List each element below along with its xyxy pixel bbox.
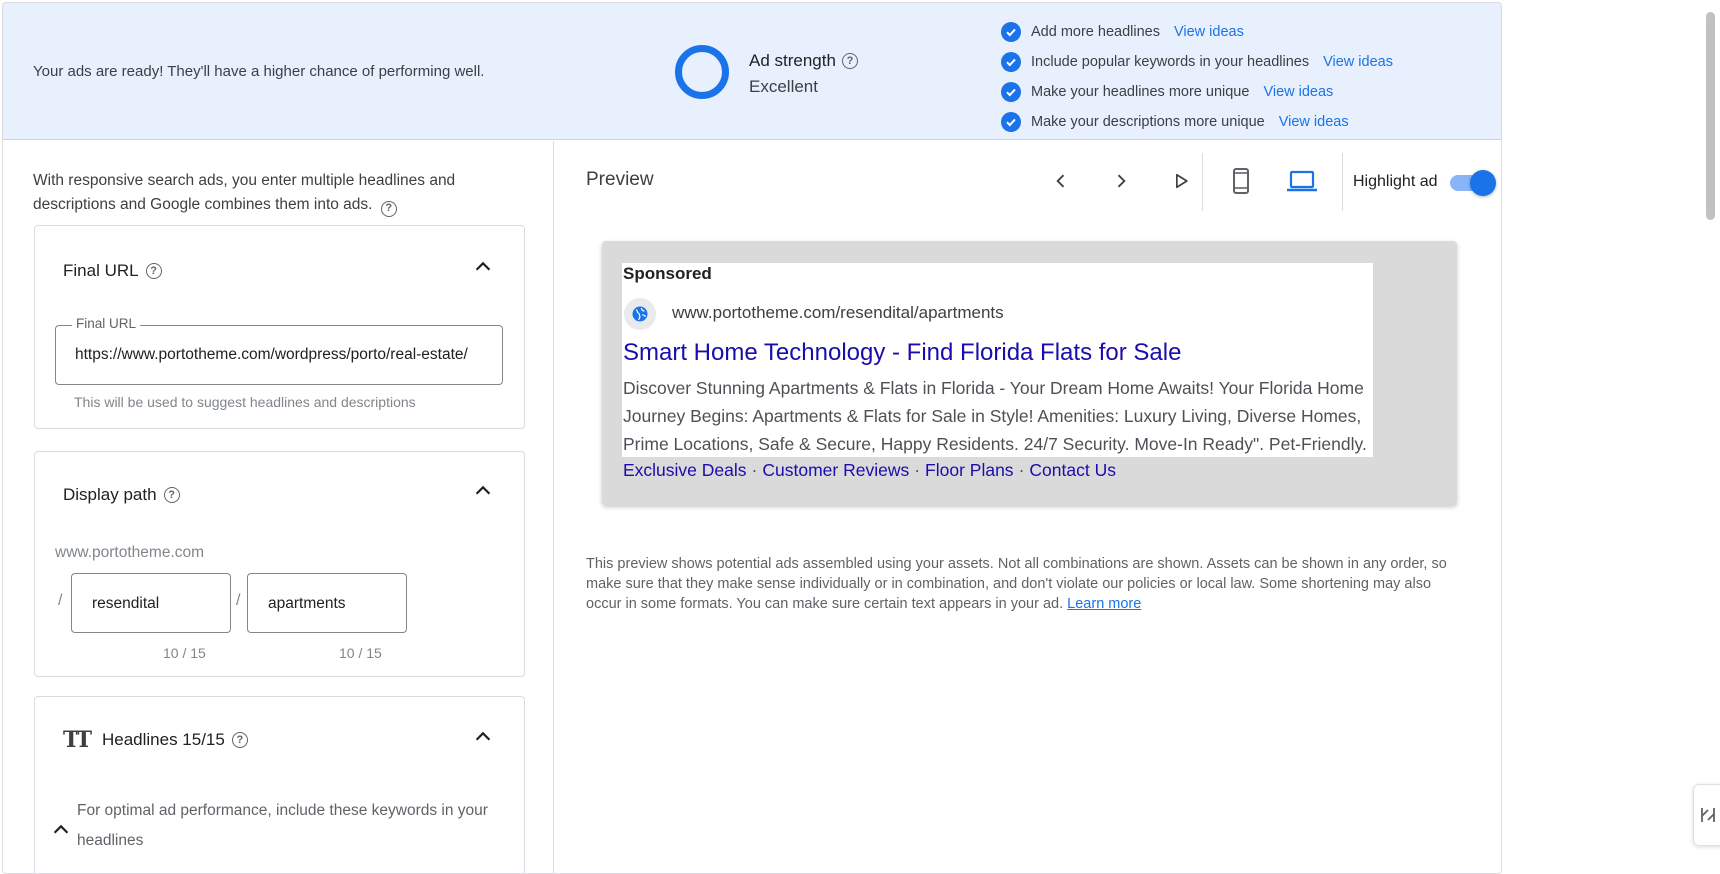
sitelink[interactable]: Exclusive Deals [623, 460, 747, 480]
check-icon [1001, 82, 1021, 102]
ad-strength-label: Ad strength [749, 51, 836, 70]
sitelink-separator: · [914, 460, 921, 480]
display-path-title: Display path [63, 485, 157, 504]
chevron-up-icon[interactable] [50, 819, 72, 841]
desktop-view-button[interactable] [1282, 161, 1322, 201]
side-panel-toggle[interactable] [1693, 784, 1720, 846]
check-icon [1001, 112, 1021, 132]
final-url-title: Final URL [63, 261, 139, 280]
ad-description: Discover Stunning Apartments & Flats in … [623, 378, 1367, 454]
preview-panel: Preview Highlight ad Sponsored www.porto… [555, 141, 1501, 873]
ad-strength-title: Ad strength ? [749, 51, 858, 71]
next-button[interactable] [1101, 161, 1141, 201]
tip-text: Make your descriptions more unique [1031, 114, 1265, 130]
mobile-phone-icon [1233, 168, 1249, 194]
tip-text: Add more headlines [1031, 24, 1160, 40]
mobile-view-button[interactable] [1221, 161, 1261, 201]
section-title: TT Headlines 15/15 ? [63, 727, 248, 753]
play-icon [1176, 173, 1188, 189]
asset-editor-panel: With responsive search ads, you enter mu… [3, 141, 554, 873]
sitelink[interactable]: Floor Plans [925, 460, 1014, 480]
help-icon[interactable]: ? [841, 53, 858, 69]
tip-item: Make your descriptions more unique View … [1001, 107, 1393, 137]
path-separator: / [58, 592, 63, 609]
play-button[interactable] [1161, 161, 1201, 201]
view-ideas-link[interactable]: View ideas [1323, 54, 1393, 70]
preview-title: Preview [586, 169, 654, 190]
ad-strength-banner: Your ads are ready! They'll have a highe… [3, 3, 1501, 140]
final-url-value[interactable]: https://www.portotheme.com/wordpress/por… [75, 346, 490, 364]
keyword-hint: For optimal ad performance, include thes… [77, 802, 488, 849]
ad-headline-link[interactable]: Smart Home Technology - Find Florida Fla… [623, 339, 1181, 367]
highlight-ad-label: Highlight ad [1353, 173, 1438, 190]
final-url-hint: This will be used to suggest headlines a… [74, 394, 416, 410]
learn-more-link[interactable]: Learn more [1067, 596, 1141, 612]
sitelink[interactable]: Contact Us [1029, 460, 1116, 480]
chevron-right-icon [1117, 174, 1126, 188]
chevron-up-icon[interactable] [472, 480, 494, 502]
tip-text: Make your headlines more unique [1031, 84, 1250, 100]
tip-item: Include popular keywords in your headlin… [1001, 47, 1393, 77]
display-path-section: Display path ? www.portotheme.com / rese… [34, 451, 525, 677]
section-title: Display path ? [63, 485, 180, 505]
app-root: Your ads are ready! They'll have a highe… [0, 0, 1720, 874]
strength-tips-list: Add more headlines View ideas Include po… [1001, 17, 1393, 137]
headlines-section: TT Headlines 15/15 ? For optimal ad perf… [34, 696, 525, 873]
path1-value[interactable]: resendital [92, 595, 159, 613]
headlines-title: Headlines 15/15 [101, 730, 225, 749]
text-format-icon: TT [63, 727, 92, 753]
toolbar-divider [1202, 153, 1203, 211]
toolbar-divider [1342, 153, 1343, 211]
sitelink-separator: · [751, 460, 758, 480]
help-icon[interactable]: ? [380, 200, 397, 217]
tip-text: Include popular keywords in your headlin… [1031, 54, 1310, 70]
ad-display-url: www.portotheme.com/resendital/apartments [672, 303, 1004, 322]
final-url-field-label: Final URL [72, 316, 141, 331]
previous-button[interactable] [1041, 161, 1081, 201]
view-ideas-link[interactable]: View ideas [1263, 84, 1333, 100]
path1-char-count: 10 / 15 [163, 645, 206, 661]
path2-char-count: 10 / 15 [339, 645, 382, 661]
tip-item: Make your headlines more unique View ide… [1001, 77, 1393, 107]
path2-input[interactable]: apartments [247, 573, 407, 633]
section-title: Final URL ? [63, 261, 162, 281]
toggle-knob [1470, 170, 1496, 196]
ad-preview-frame: Sponsored www.portotheme.com/resendital/… [602, 241, 1457, 505]
globe-icon [624, 298, 656, 330]
ad-strength-ring-icon [675, 45, 729, 99]
sitelink[interactable]: Customer Reviews [762, 460, 909, 480]
laptop-icon [1287, 170, 1317, 192]
ad-sitelinks: Exclusive Deals · Customer Reviews · Floor P… [623, 460, 1116, 481]
path2-value[interactable]: apartments [268, 595, 346, 613]
path-separator: / [236, 592, 241, 609]
ad-strength-value: Excellent [749, 77, 818, 96]
highlight-ad-toggle[interactable] [1450, 170, 1496, 196]
view-ideas-link[interactable]: View ideas [1174, 24, 1244, 40]
disclaimer-text: This preview shows potential ads assembl… [586, 556, 1447, 612]
chevron-left-icon [1056, 174, 1065, 188]
check-icon [1001, 22, 1021, 42]
ad-editor-card: Your ads are ready! They'll have a highe… [2, 2, 1502, 874]
collapse-icon [1701, 808, 1715, 822]
tip-item: Add more headlines View ideas [1001, 17, 1393, 47]
help-icon[interactable]: ? [145, 263, 162, 279]
view-ideas-link[interactable]: View ideas [1279, 114, 1349, 130]
ad-sponsored-label: Sponsored [623, 264, 712, 283]
final-url-section: Final URL ? Final URL https://www.portot… [34, 225, 525, 429]
scrollbar-thumb[interactable] [1706, 12, 1715, 220]
sitelink-separator: · [1018, 460, 1025, 480]
intro-text: With responsive search ads, you enter mu… [33, 169, 503, 217]
help-icon[interactable]: ? [163, 487, 180, 503]
display-domain: www.portotheme.com [55, 544, 205, 561]
help-icon[interactable]: ? [231, 732, 248, 748]
preview-disclaimer: This preview shows potential ads assembl… [586, 554, 1466, 614]
check-icon [1001, 52, 1021, 72]
chevron-up-icon[interactable] [472, 726, 494, 748]
chevron-up-icon[interactable] [472, 256, 494, 278]
final-url-input[interactable]: Final URL https://www.portotheme.com/wor… [55, 316, 503, 385]
banner-message: Your ads are ready! They'll have a highe… [33, 63, 485, 80]
path1-input[interactable]: resendital [71, 573, 231, 633]
